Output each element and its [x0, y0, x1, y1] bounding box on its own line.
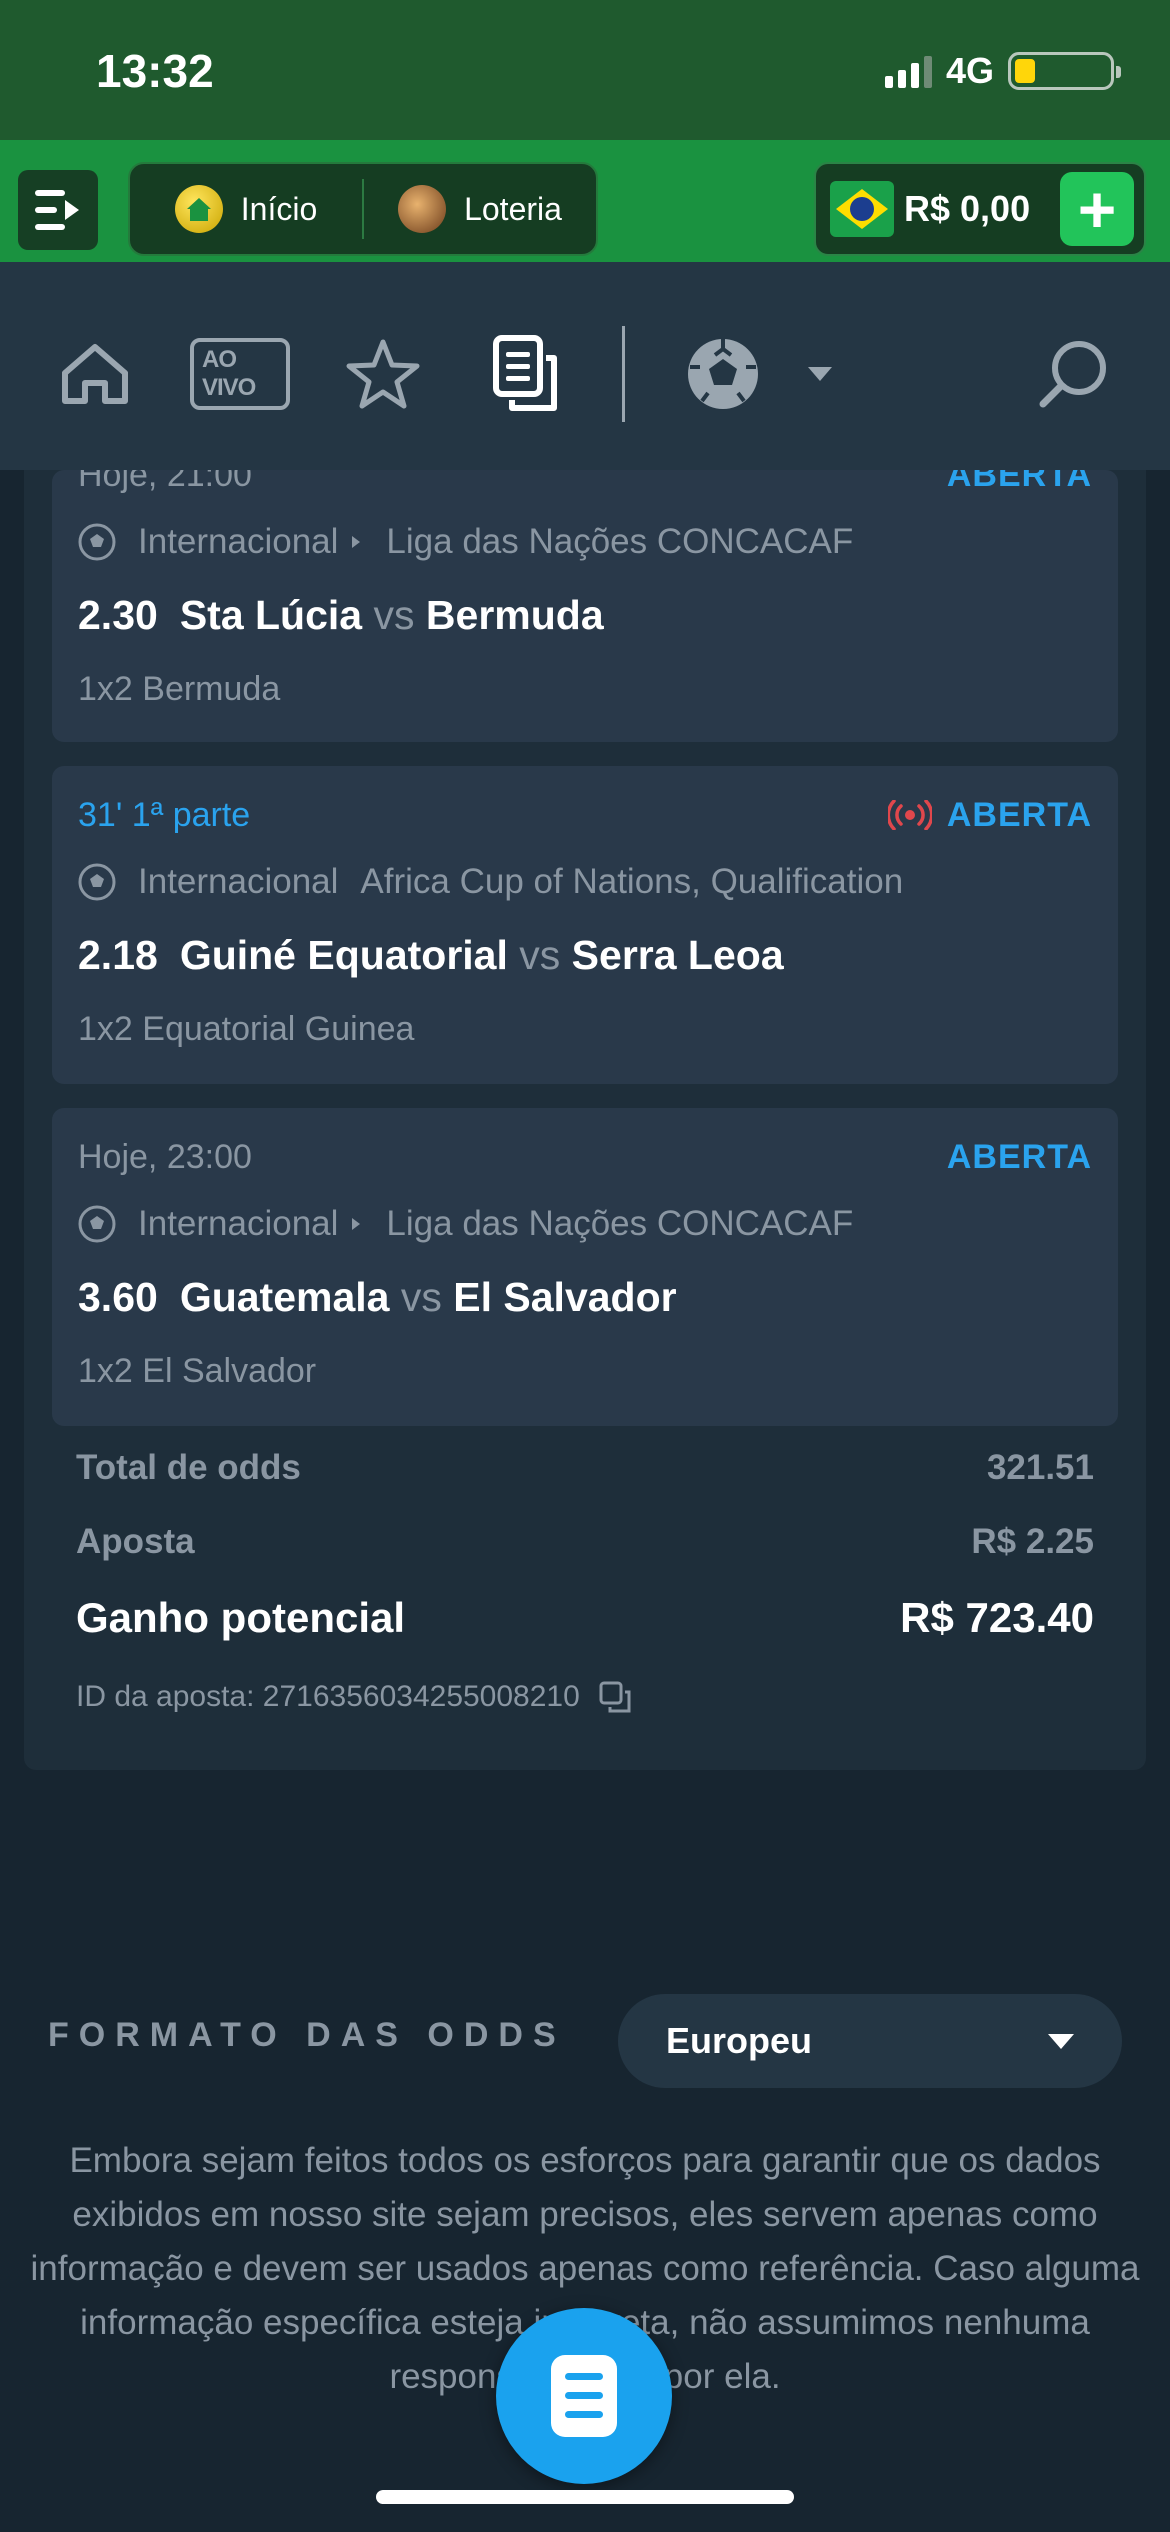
- market-selection: 1x2 El Salvador: [78, 1352, 317, 1390]
- bet-selection-card[interactable]: Hoje, 23:00 ABERTA Internacional Liga da…: [52, 1108, 1118, 1426]
- bet-slip-icon: [551, 2355, 617, 2437]
- toolbar-sport-dropdown[interactable]: [800, 278, 840, 470]
- away-team: El Salvador: [453, 1274, 677, 1320]
- vs-separator: vs: [400, 1274, 442, 1320]
- toolbar-search-button[interactable]: [1030, 278, 1116, 470]
- toolbar-home-button[interactable]: [52, 278, 138, 470]
- away-team: Serra Leoa: [571, 932, 784, 978]
- league-country: Internacional: [138, 1204, 339, 1243]
- menu-icon: [35, 190, 79, 230]
- bet-id-row: ID da aposta: 2716356034255008210: [76, 1680, 632, 1714]
- bet-selection-card[interactable]: Hoje, 21:00 ABERTA Internacional Liga da…: [52, 470, 1118, 742]
- odds-format-select[interactable]: Europeu: [618, 1994, 1122, 2088]
- battery-icon: [1008, 52, 1121, 90]
- chevron-right-icon: [352, 536, 361, 548]
- selection-status: ABERTA: [946, 1138, 1092, 1176]
- network-type: 4G: [945, 50, 994, 91]
- selection-status: ABERTA: [946, 796, 1092, 834]
- odds-format-label: FORMATO DAS ODDS: [48, 2016, 566, 2054]
- home-team: Guatemala: [179, 1274, 390, 1320]
- league-country: Internacional: [138, 522, 339, 561]
- home-team: Sta Lúcia: [179, 592, 363, 638]
- toolbar-bet-slip-button[interactable]: [486, 278, 566, 470]
- bet-slip-fab[interactable]: [496, 2308, 672, 2484]
- league-country: Internacional: [138, 862, 339, 901]
- match-time: Hoje, 23:00: [78, 1138, 252, 1176]
- potential-win-row: Ganho potencial R$ 723.40: [76, 1594, 1094, 1642]
- status-indicators: 4G: [884, 50, 1121, 92]
- home-team: Guiné Equatorial: [179, 932, 508, 978]
- live-broadcast-icon: [888, 800, 932, 830]
- potential-win-value: R$ 723.40: [900, 1594, 1094, 1641]
- toolbar-ao-vivo-button[interactable]: AO VIVO: [190, 278, 290, 470]
- potential-win-label: Ganho potencial: [76, 1594, 406, 1641]
- nav-inicio[interactable]: Início: [130, 185, 362, 233]
- match-line: 2.30 Sta Lúcia vs Bermuda: [78, 592, 604, 639]
- league-name: Liga das Nações CONCACAF: [386, 1204, 854, 1243]
- lottery-icon: [398, 185, 447, 233]
- plus-icon: +: [1077, 172, 1117, 246]
- total-odds-label: Total de odds: [76, 1448, 301, 1487]
- away-team: Bermuda: [425, 592, 604, 638]
- league-name: Liga das Nações CONCACAF: [386, 522, 854, 561]
- balance-amount: R$ 0,00: [904, 188, 1031, 229]
- signal-icon: [884, 54, 932, 88]
- soccer-ball-icon: [78, 1205, 116, 1243]
- home-icon: [62, 344, 128, 404]
- bet-id: ID da aposta: 2716356034255008210: [76, 1680, 580, 1713]
- toolbar-divider: [622, 326, 625, 422]
- market-selection: 1x2 Bermuda: [78, 670, 281, 708]
- stake-value: R$ 2.25: [971, 1522, 1094, 1561]
- vs-separator: vs: [373, 592, 415, 638]
- main-nav: Início Loteria: [128, 162, 598, 256]
- search-icon: [1039, 341, 1106, 408]
- nav-loteria-label: Loteria: [464, 190, 562, 227]
- app-header: Início Loteria R$ 0,00 +: [0, 140, 1170, 278]
- selection-odds: 2.30: [78, 592, 158, 638]
- nav-inicio-label: Início: [240, 190, 318, 227]
- home-icon: [174, 185, 223, 233]
- brazil-flag-icon: [830, 181, 894, 237]
- chevron-right-icon: [352, 1218, 361, 1230]
- ao-vivo-icon: AO VIVO: [190, 338, 290, 410]
- soccer-ball-icon: [78, 863, 116, 901]
- league-line: Internacional Liga das Nações CONCACAF: [78, 522, 1092, 562]
- chevron-down-icon: [1048, 2033, 1074, 2049]
- league-name: Africa Cup of Nations, Qualification: [360, 862, 904, 901]
- status-time: 13:32: [96, 45, 214, 97]
- match-line: 3.60 Guatemala vs El Salvador: [78, 1274, 677, 1321]
- menu-button[interactable]: [18, 170, 98, 250]
- total-odds-value: 321.51: [986, 1448, 1094, 1487]
- match-time: Hoje, 21:00: [78, 470, 252, 494]
- bet-slip-icon: [493, 335, 557, 411]
- home-indicator[interactable]: [376, 2490, 794, 2504]
- match-line: 2.18 Guiné Equatorial vs Serra Leoa: [78, 932, 784, 979]
- status-bar: 13:32 4G: [0, 0, 1170, 140]
- total-odds-row: Total de odds 321.51: [76, 1448, 1094, 1488]
- dropdown-icon: [808, 367, 832, 381]
- favorites-star-icon: [346, 339, 420, 409]
- selection-odds: 2.18: [78, 932, 158, 978]
- toolbar-favorites-button[interactable]: [340, 278, 426, 470]
- sport-toolbar: AO VIVO: [0, 278, 1170, 470]
- soccer-ball-icon: [78, 523, 116, 561]
- match-time: 31' 1ª parte: [78, 796, 251, 834]
- league-line: Internacional Liga das Nações CONCACAF: [78, 1204, 1092, 1244]
- selection-status: ABERTA: [946, 470, 1092, 494]
- deposit-button[interactable]: +: [1060, 172, 1134, 246]
- balance-box[interactable]: R$ 0,00 +: [814, 162, 1146, 256]
- nav-loteria[interactable]: Loteria: [364, 185, 596, 233]
- vs-separator: vs: [519, 932, 561, 978]
- soccer-ball-icon: [688, 339, 758, 409]
- copy-icon[interactable]: [598, 1680, 632, 1714]
- league-line: Internacional Africa Cup of Nations, Qua…: [78, 862, 1092, 902]
- stake-label: Aposta: [76, 1522, 195, 1561]
- scrolled-header-peek: [0, 262, 1170, 278]
- odds-format-value: Europeu: [666, 2020, 813, 2061]
- market-selection: 1x2 Equatorial Guinea: [78, 1010, 415, 1048]
- toolbar-sport-selector[interactable]: [680, 278, 766, 470]
- stake-row: Aposta R$ 2.25: [76, 1522, 1094, 1562]
- selection-odds: 3.60: [78, 1274, 158, 1320]
- bet-selection-card[interactable]: 31' 1ª parte ABERTA Internacional Africa…: [52, 766, 1118, 1084]
